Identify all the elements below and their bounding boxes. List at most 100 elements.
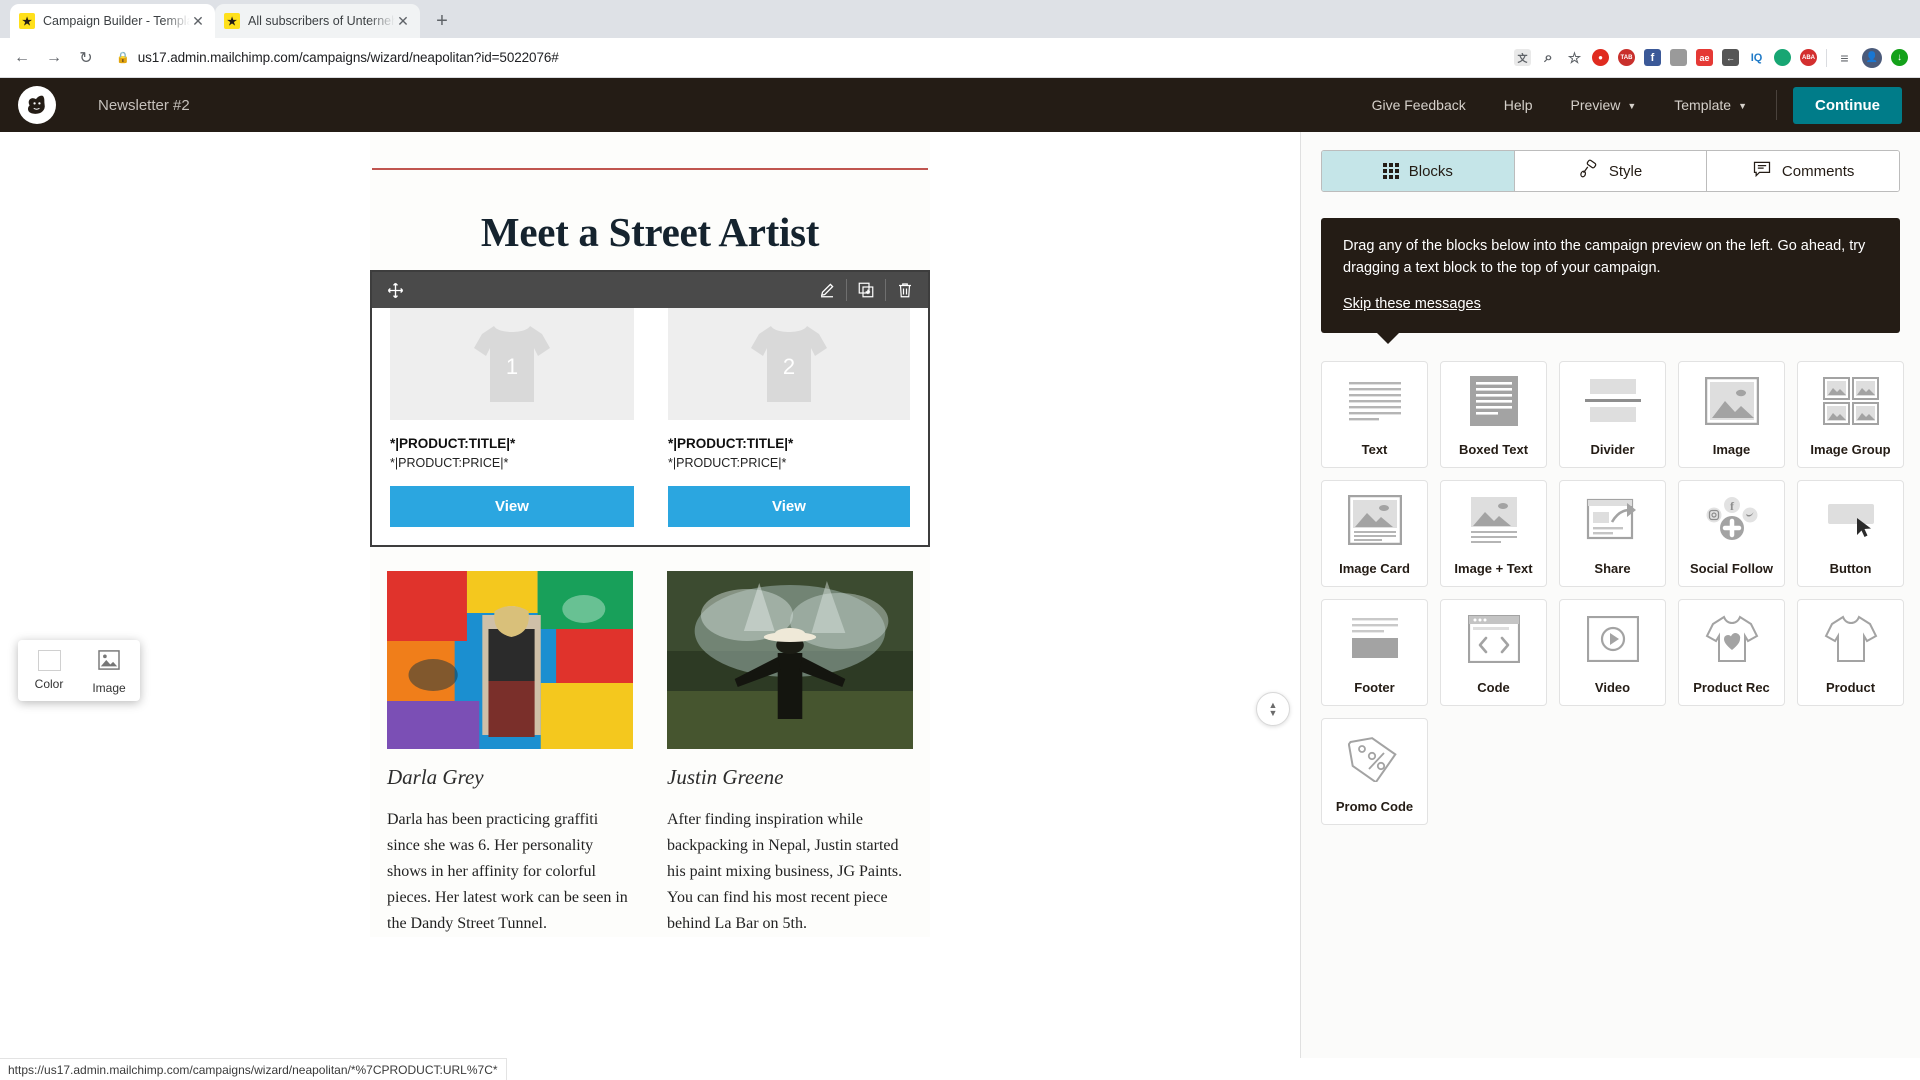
mailchimp-favicon: ★ [224,13,240,29]
background-color-image-popup[interactable]: Color Image [18,640,140,701]
block-tile-product-rec[interactable]: Product Rec [1678,598,1785,706]
block-label: Product [1825,679,1876,695]
block-tile-code[interactable]: Code [1440,598,1547,706]
browser-toolbar: ← → ↻ 🔒 us17.admin.mailchimp.com/campaig… [0,38,1920,78]
shirt-icon [1823,610,1879,668]
toolbar-separator [846,279,847,301]
background-color-option[interactable]: Color [26,650,72,695]
share-icon [1586,491,1640,549]
tab-title: All subscribers of Unternehme [248,14,395,28]
pencil-icon[interactable] [818,281,836,299]
extension-tab-manager-icon[interactable]: TAB [1618,49,1635,66]
block-tile-video[interactable]: Video [1559,598,1666,706]
blocks-panel: Blocks Style Comments Drag any of the bl… [1300,132,1920,1058]
address-bar[interactable]: 🔒 us17.admin.mailchimp.com/campaigns/wiz… [112,44,1506,71]
block-tile-image-text[interactable]: Image + Text [1440,479,1547,587]
forward-icon[interactable]: → [40,44,68,72]
template-menu[interactable]: Template ▼ [1655,97,1766,113]
reload-icon[interactable]: ↻ [72,44,100,72]
extension-green-circle-icon[interactable] [1774,49,1791,66]
extension-iq-icon[interactable]: IQ [1748,49,1765,66]
lock-icon: 🔒 [116,52,130,64]
give-feedback-link[interactable]: Give Feedback [1353,97,1485,113]
trash-icon[interactable] [896,281,914,299]
block-tile-button[interactable]: Button [1797,479,1904,587]
back-icon[interactable]: ← [8,44,36,72]
extension-aba-icon[interactable]: ABA [1800,49,1817,66]
mailchimp-logo[interactable] [18,86,56,124]
block-label: Image [1712,441,1751,457]
toolbar-separator [885,279,886,301]
block-tile-product[interactable]: Product [1797,598,1904,706]
tab-comments[interactable]: Comments [1707,151,1899,191]
browser-tab-2[interactable]: ★ All subscribers of Unternehme ✕ [215,4,420,38]
browser-tab-1[interactable]: ★ Campaign Builder - Template D ✕ [10,4,215,38]
block-tile-boxed-text[interactable]: Boxed Text [1440,360,1547,468]
product-price: *|PRODUCT:PRICE|* [668,456,787,470]
tab-strip: ★ Campaign Builder - Template D ✕ ★ All … [0,0,1920,38]
product-card[interactable]: 2 *|PRODUCT:TITLE|* *|PRODUCT:PRICE|* Vi… [650,308,928,527]
block-tile-divider[interactable]: Divider [1559,360,1666,468]
block-tile-image-card[interactable]: Image Card [1321,479,1428,587]
app-body: Meet a Street Artist 1 *|PRODUCT:TITLE|*… [0,132,1920,1058]
block-tile-share[interactable]: Share [1559,479,1666,587]
tab-comments-label: Comments [1781,162,1855,180]
profile-avatar[interactable]: 👤 [1862,47,1882,68]
email-title: Meet a Street Artist [480,209,820,255]
smoke-performance-photo [667,571,913,749]
artist-card[interactable]: Darla Grey Darla has been practicing gra… [370,571,650,937]
chevron-down-icon: ▼ [1627,101,1637,111]
product-card[interactable]: 1 *|PRODUCT:TITLE|* *|PRODUCT:PRICE|* Vi… [372,308,650,527]
close-icon[interactable]: ✕ [190,13,206,29]
product-view-button[interactable]: View [390,486,634,527]
tab-style[interactable]: Style [1514,151,1708,191]
block-tile-social-follow[interactable]: f Social Follow [1678,479,1785,587]
text-lines-icon [1347,372,1403,430]
extension-ae-icon[interactable]: ae [1696,49,1713,66]
expand-collapse-handle[interactable]: ▲ ▼ [1256,692,1290,726]
extension-red-circle-icon[interactable]: ● [1592,49,1609,66]
product-image-placeholder[interactable]: 1 [390,308,634,420]
help-link[interactable]: Help [1485,97,1552,113]
facebook-icon[interactable]: f [1644,49,1661,66]
bookmark-star-icon[interactable]: ☆ [1566,49,1583,67]
block-tile-text[interactable]: Text [1321,360,1428,468]
preview-menu[interactable]: Preview ▼ [1552,97,1656,113]
block-tile-promo-code[interactable]: Promo Code [1321,717,1428,825]
close-icon[interactable]: ✕ [395,13,411,29]
block-tile-image[interactable]: Image [1678,360,1785,468]
product-block[interactable]: 1 *|PRODUCT:TITLE|* *|PRODUCT:PRICE|* Vi… [370,270,930,547]
mailchimp-header: Newsletter #2 Give Feedback Help Preview… [0,78,1920,132]
product-image-placeholder[interactable]: 2 [668,308,910,420]
give-feedback-label: Give Feedback [1371,97,1466,113]
block-tile-image-group[interactable]: Image Group [1797,360,1904,468]
block-label: Social Follow [1689,560,1774,576]
browser-window: ★ Campaign Builder - Template D ✕ ★ All … [0,0,1920,1080]
artist-name: Darla Grey [387,765,484,789]
campaign-preview-canvas[interactable]: Meet a Street Artist 1 *|PRODUCT:TITLE|*… [0,132,1300,1058]
grid-dots-icon [1382,163,1399,179]
help-label: Help [1503,97,1533,113]
continue-button[interactable]: Continue [1793,86,1902,124]
translate-icon[interactable]: 文 [1514,49,1531,66]
extension-grey-icon[interactable] [1670,49,1687,66]
artist-card[interactable]: Justin Greene After finding inspiration … [650,571,930,937]
status-url: https://us17.admin.mailchimp.com/campaig… [8,1062,498,1077]
template-label: Template [1674,97,1732,113]
image-text-icon [1467,491,1521,549]
skip-messages-link[interactable]: Skip these messages [1343,296,1481,312]
tab-blocks[interactable]: Blocks [1322,151,1515,191]
tab-style-label: Style [1608,162,1643,180]
search-icon[interactable]: ⌕ [1540,49,1557,66]
duplicate-icon[interactable] [857,281,875,299]
product-view-button[interactable]: View [668,486,910,527]
background-image-option[interactable]: Image [86,650,132,695]
header-divider [1776,90,1777,120]
extension-pocket-icon[interactable]: ← [1722,49,1739,66]
new-tab-button[interactable]: + [428,7,456,35]
block-tile-footer[interactable]: Footer [1321,598,1428,706]
reading-list-icon[interactable]: ≡ [1836,49,1853,66]
extension-toolbar: 文 ⌕ ☆ ● TAB f ae ← IQ ABA ≡ 👤 ↓ [1514,47,1912,68]
move-icon[interactable] [386,281,405,300]
extension-green-arrow-icon[interactable]: ↓ [1891,49,1908,66]
